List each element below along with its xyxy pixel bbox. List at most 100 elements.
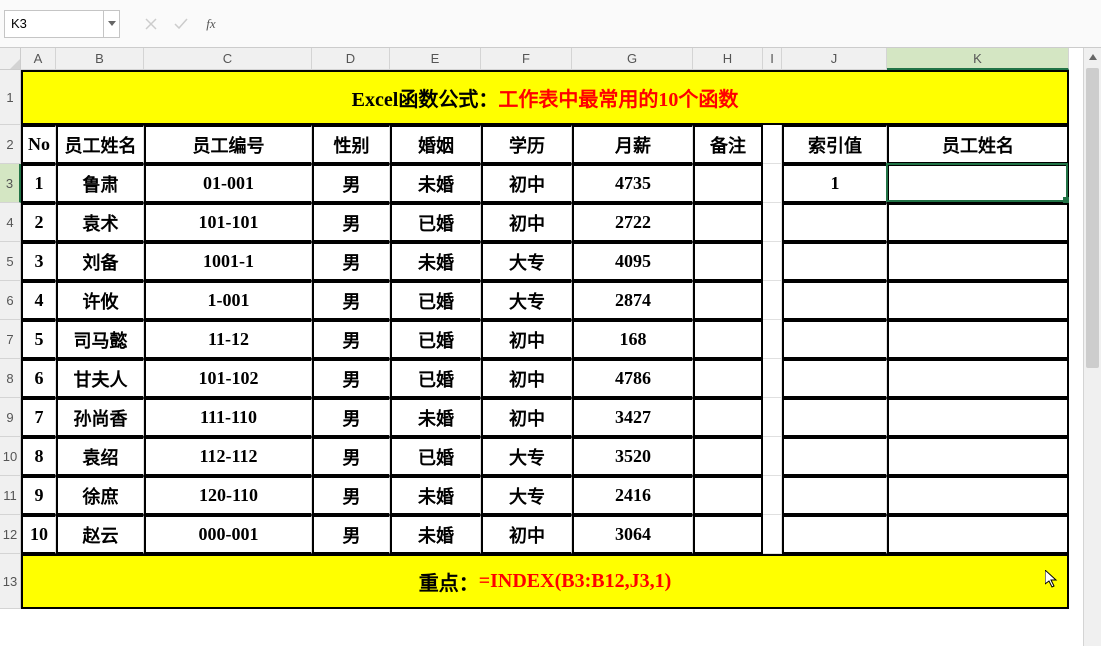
data-r9-c0[interactable]: 9: [21, 476, 56, 515]
data-r3-c7[interactable]: [693, 242, 763, 281]
name-box[interactable]: [5, 11, 103, 37]
side-index-r7[interactable]: [782, 398, 887, 437]
cell-i7[interactable]: [763, 320, 782, 359]
row-header-7[interactable]: 7: [0, 320, 21, 359]
col-header-E[interactable]: E: [390, 48, 481, 70]
data-r4-c6[interactable]: 2874: [572, 281, 693, 320]
data-r4-c3[interactable]: 男: [312, 281, 390, 320]
cell-i5[interactable]: [763, 242, 782, 281]
row-header-4[interactable]: 4: [0, 203, 21, 242]
side-name-r3[interactable]: [887, 242, 1069, 281]
header-6[interactable]: 月薪: [572, 125, 693, 164]
cell-i8[interactable]: [763, 359, 782, 398]
col-header-H[interactable]: H: [693, 48, 763, 70]
data-r5-c6[interactable]: 168: [572, 320, 693, 359]
cell-i4[interactable]: [763, 203, 782, 242]
row-header-8[interactable]: 8: [0, 359, 21, 398]
data-r6-c4[interactable]: 已婚: [390, 359, 481, 398]
data-r1-c5[interactable]: 初中: [481, 164, 572, 203]
formula-input[interactable]: [226, 10, 1101, 38]
data-r3-c4[interactable]: 未婚: [390, 242, 481, 281]
vertical-scrollbar[interactable]: [1083, 48, 1101, 646]
data-r3-c3[interactable]: 男: [312, 242, 390, 281]
row-header-6[interactable]: 6: [0, 281, 21, 320]
cell-i2[interactable]: [763, 125, 782, 164]
side-name-r10[interactable]: [887, 515, 1069, 554]
side-name-r8[interactable]: [887, 437, 1069, 476]
data-r3-c5[interactable]: 大专: [481, 242, 572, 281]
side-index-r1[interactable]: 1: [782, 164, 887, 203]
name-box-dropdown-icon[interactable]: [103, 11, 119, 37]
data-r2-c7[interactable]: [693, 203, 763, 242]
header-5[interactable]: 学历: [481, 125, 572, 164]
side-header-index[interactable]: 索引值: [782, 125, 887, 164]
data-r6-c1[interactable]: 甘夫人: [56, 359, 144, 398]
data-r1-c6[interactable]: 4735: [572, 164, 693, 203]
data-r7-c2[interactable]: 111-110: [144, 398, 312, 437]
data-r2-c1[interactable]: 袁术: [56, 203, 144, 242]
side-header-name[interactable]: 员工姓名: [887, 125, 1069, 164]
col-header-D[interactable]: D: [312, 48, 390, 70]
row-header-9[interactable]: 9: [0, 398, 21, 437]
data-r8-c3[interactable]: 男: [312, 437, 390, 476]
col-header-B[interactable]: B: [56, 48, 144, 70]
header-7[interactable]: 备注: [693, 125, 763, 164]
data-r8-c5[interactable]: 大专: [481, 437, 572, 476]
data-r1-c7[interactable]: [693, 164, 763, 203]
col-header-A[interactable]: A: [21, 48, 56, 70]
data-r6-c7[interactable]: [693, 359, 763, 398]
data-r9-c1[interactable]: 徐庶: [56, 476, 144, 515]
row-header-11[interactable]: 11: [0, 476, 21, 515]
data-r7-c0[interactable]: 7: [21, 398, 56, 437]
side-index-r2[interactable]: [782, 203, 887, 242]
confirm-icon[interactable]: [166, 10, 196, 38]
data-r4-c4[interactable]: 已婚: [390, 281, 481, 320]
row-header-12[interactable]: 12: [0, 515, 21, 554]
row-header-1[interactable]: 1: [0, 70, 21, 125]
header-3[interactable]: 性别: [312, 125, 390, 164]
side-name-r6[interactable]: [887, 359, 1069, 398]
data-r4-c7[interactable]: [693, 281, 763, 320]
data-r2-c0[interactable]: 2: [21, 203, 56, 242]
data-r8-c1[interactable]: 袁绍: [56, 437, 144, 476]
data-r7-c6[interactable]: 3427: [572, 398, 693, 437]
data-r2-c6[interactable]: 2722: [572, 203, 693, 242]
row-header-10[interactable]: 10: [0, 437, 21, 476]
side-name-r5[interactable]: [887, 320, 1069, 359]
cell-i10[interactable]: [763, 437, 782, 476]
data-r1-c3[interactable]: 男: [312, 164, 390, 203]
scroll-thumb[interactable]: [1086, 68, 1099, 368]
side-index-r5[interactable]: [782, 320, 887, 359]
data-r3-c6[interactable]: 4095: [572, 242, 693, 281]
data-r2-c5[interactable]: 初中: [481, 203, 572, 242]
data-r8-c2[interactable]: 112-112: [144, 437, 312, 476]
data-r2-c3[interactable]: 男: [312, 203, 390, 242]
side-index-r3[interactable]: [782, 242, 887, 281]
row-header-5[interactable]: 5: [0, 242, 21, 281]
data-r10-c1[interactable]: 赵云: [56, 515, 144, 554]
side-index-r8[interactable]: [782, 437, 887, 476]
data-r10-c2[interactable]: 000-001: [144, 515, 312, 554]
data-r1-c0[interactable]: 1: [21, 164, 56, 203]
side-index-r6[interactable]: [782, 359, 887, 398]
data-r10-c0[interactable]: 10: [21, 515, 56, 554]
data-r10-c7[interactable]: [693, 515, 763, 554]
side-index-r4[interactable]: [782, 281, 887, 320]
side-index-r10[interactable]: [782, 515, 887, 554]
data-r6-c6[interactable]: 4786: [572, 359, 693, 398]
data-r8-c4[interactable]: 已婚: [390, 437, 481, 476]
data-r7-c4[interactable]: 未婚: [390, 398, 481, 437]
data-r5-c4[interactable]: 已婚: [390, 320, 481, 359]
data-r1-c4[interactable]: 未婚: [390, 164, 481, 203]
col-header-K[interactable]: K: [887, 48, 1069, 70]
data-r4-c0[interactable]: 4: [21, 281, 56, 320]
col-header-G[interactable]: G: [572, 48, 693, 70]
side-name-r7[interactable]: [887, 398, 1069, 437]
scroll-up-icon[interactable]: [1084, 48, 1101, 66]
side-name-r2[interactable]: [887, 203, 1069, 242]
data-r8-c6[interactable]: 3520: [572, 437, 693, 476]
data-r10-c3[interactable]: 男: [312, 515, 390, 554]
fx-icon[interactable]: fx: [196, 10, 226, 38]
data-r10-c6[interactable]: 3064: [572, 515, 693, 554]
cell-i11[interactable]: [763, 476, 782, 515]
